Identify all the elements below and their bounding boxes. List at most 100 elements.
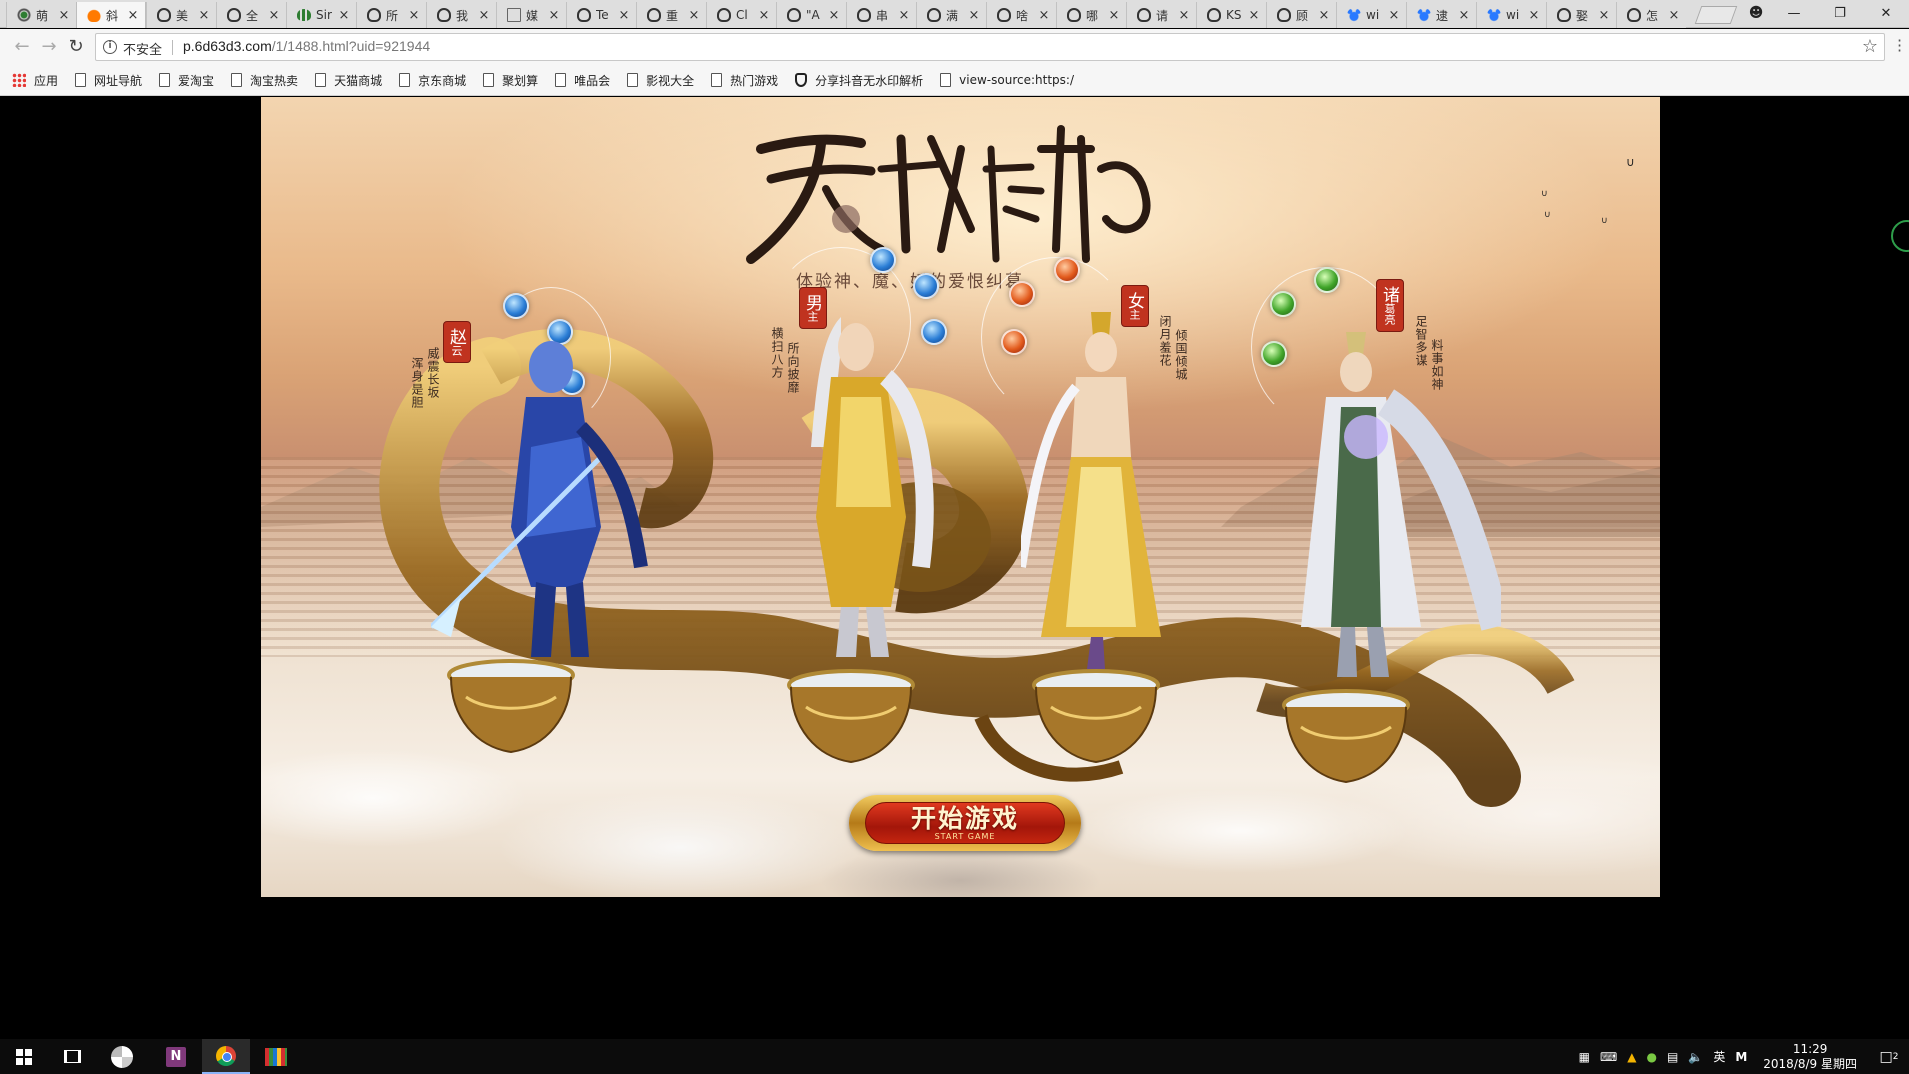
browser-tab[interactable]: 重 × xyxy=(636,2,706,28)
close-tab-icon[interactable]: × xyxy=(686,8,702,23)
bookmark-item[interactable]: 热门游戏 xyxy=(711,72,778,89)
character-zhaoyun[interactable]: 赵云 浑身是胆 威震长坂 xyxy=(391,287,651,754)
security-label[interactable]: 不安全 xyxy=(123,39,162,58)
browser-tab[interactable]: 顾 × xyxy=(1266,2,1336,28)
close-tab-icon[interactable]: × xyxy=(56,8,72,23)
browser-tab[interactable]: wi × xyxy=(1336,2,1406,28)
skill-orb-icon[interactable] xyxy=(1314,267,1340,293)
info-icon[interactable]: i xyxy=(103,40,117,54)
close-tab-icon[interactable]: × xyxy=(1596,8,1612,23)
bookmark-item[interactable]: 爱淘宝 xyxy=(159,72,214,89)
browser-tab[interactable]: 萌 × xyxy=(6,2,76,28)
bookmark-item[interactable]: 网址导航 xyxy=(75,72,142,89)
bookmark-item[interactable]: 京东商城 xyxy=(399,72,466,89)
close-tab-icon[interactable]: × xyxy=(266,8,282,23)
minimize-button[interactable]: — xyxy=(1771,6,1817,21)
close-tab-icon[interactable]: × xyxy=(1036,8,1052,23)
close-tab-icon[interactable]: × xyxy=(1176,8,1192,23)
bookmark-item[interactable]: view-source:https:/ xyxy=(940,73,1074,87)
character-female-lead[interactable]: 女主 闭月羞花 倾国倾城 xyxy=(961,257,1231,764)
browser-tab[interactable]: 斜 × xyxy=(76,2,146,28)
skill-orb-icon[interactable] xyxy=(913,273,939,299)
character-zhugeliang[interactable]: 诸葛亮 足智多谋 料事如神 xyxy=(1211,267,1511,787)
address-bar[interactable]: i 不安全 p.6d63d3.com/1/1488.html?uid=92194… xyxy=(95,33,1885,61)
browser-tab[interactable]: 所 × xyxy=(356,2,426,28)
bookmark-item[interactable]: 影视大全 xyxy=(627,72,694,89)
browser-tab[interactable]: 串 × xyxy=(846,2,916,28)
browser-tab[interactable]: 我 × xyxy=(426,2,496,28)
skill-orb-icon[interactable] xyxy=(1054,257,1080,283)
start-game-button[interactable]: 开始游戏 START GAME xyxy=(849,795,1081,851)
skill-orb-icon[interactable] xyxy=(503,293,529,319)
close-tab-icon[interactable]: × xyxy=(336,8,352,23)
close-tab-icon[interactable]: × xyxy=(826,8,842,23)
profile-icon[interactable]: ☻ xyxy=(1741,5,1771,21)
browser-tab[interactable]: Te × xyxy=(566,2,636,28)
browser-tab[interactable]: 美 × xyxy=(146,2,216,28)
side-float-icon[interactable] xyxy=(1891,220,1909,252)
close-tab-icon[interactable]: × xyxy=(546,8,562,23)
browser-tab[interactable]: 娶 × xyxy=(1546,2,1616,28)
browser-tab[interactable]: Cl × xyxy=(706,2,776,28)
task-view-button[interactable] xyxy=(48,1039,96,1074)
close-window-button[interactable]: ✕ xyxy=(1863,6,1909,21)
browser-tab[interactable]: 逮 × xyxy=(1406,2,1476,28)
back-button[interactable]: ← xyxy=(10,35,34,59)
clock[interactable]: 11:29 2018/8/9 星期四 xyxy=(1763,1042,1857,1072)
close-tab-icon[interactable]: × xyxy=(476,8,492,23)
close-tab-icon[interactable]: × xyxy=(196,8,212,23)
people-icon[interactable]: ▦ xyxy=(1579,1050,1590,1064)
network-icon[interactable]: ▤ xyxy=(1667,1050,1678,1064)
close-tab-icon[interactable]: × xyxy=(616,8,632,23)
close-tab-icon[interactable]: × xyxy=(406,8,422,23)
close-tab-icon[interactable]: × xyxy=(1456,8,1472,23)
browser-tab[interactable]: 怎 × xyxy=(1616,2,1686,28)
close-tab-icon[interactable]: × xyxy=(896,8,912,23)
close-tab-icon[interactable]: × xyxy=(756,8,772,23)
character-male-lead[interactable]: 男主 横扫八方 所向披靡 xyxy=(651,247,947,767)
skill-orb-icon[interactable] xyxy=(870,247,896,273)
bookmark-item[interactable]: 淘宝热卖 xyxy=(231,72,298,89)
taskbar-app-button[interactable] xyxy=(98,1039,146,1074)
close-tab-icon[interactable]: × xyxy=(1666,8,1682,23)
volume-icon[interactable]: 🔈 xyxy=(1688,1050,1703,1064)
browser-tab[interactable]: 请 × xyxy=(1126,2,1196,28)
close-tab-icon[interactable]: × xyxy=(125,8,141,23)
browser-tab[interactable]: "A × xyxy=(776,2,846,28)
browser-tab[interactable]: 哪 × xyxy=(1056,2,1126,28)
keyboard-icon[interactable]: ⌨ xyxy=(1600,1050,1617,1064)
close-tab-icon[interactable]: × xyxy=(1246,8,1262,23)
close-tab-icon[interactable]: × xyxy=(1386,8,1402,23)
skill-orb-icon[interactable] xyxy=(1270,291,1296,317)
bookmark-item[interactable]: 分享抖音无水印解析 xyxy=(795,72,923,89)
close-tab-icon[interactable]: × xyxy=(1526,8,1542,23)
browser-tab[interactable]: 全 × xyxy=(216,2,286,28)
restore-button[interactable]: ❐ xyxy=(1817,6,1863,21)
start-menu-button[interactable] xyxy=(0,1039,48,1074)
bookmark-item[interactable]: 应用 xyxy=(12,72,58,89)
browser-tab[interactable]: 媒 × xyxy=(496,2,566,28)
browser-menu-icon[interactable]: · · · xyxy=(1897,33,1902,59)
taskbar-winrar-button[interactable] xyxy=(252,1039,300,1074)
forward-button[interactable]: → xyxy=(37,35,61,59)
close-tab-icon[interactable]: × xyxy=(1316,8,1332,23)
wechat-tray-icon[interactable]: ● xyxy=(1647,1050,1657,1064)
close-tab-icon[interactable]: × xyxy=(966,8,982,23)
taskbar-onenote-button[interactable]: N xyxy=(152,1039,200,1074)
bookmark-item[interactable]: 聚划算 xyxy=(483,72,538,89)
browser-tab[interactable]: wi × xyxy=(1476,2,1546,28)
security-tray-icon[interactable]: ▲ xyxy=(1627,1050,1636,1064)
close-tab-icon[interactable]: × xyxy=(1106,8,1122,23)
bookmark-item[interactable]: 天猫商城 xyxy=(315,72,382,89)
url-text[interactable]: p.6d63d3.com/1/1488.html?uid=921944 xyxy=(183,38,430,54)
bookmark-star-icon[interactable]: ☆ xyxy=(1862,36,1878,57)
action-center-button[interactable]: □ 2 xyxy=(1869,1039,1909,1074)
bookmark-item[interactable]: 唯品会 xyxy=(555,72,610,89)
ime-mode-icon[interactable]: M xyxy=(1735,1050,1747,1064)
browser-tab[interactable]: Sir × xyxy=(286,2,356,28)
browser-tab[interactable]: KS × xyxy=(1196,2,1266,28)
skill-orb-icon[interactable] xyxy=(1009,281,1035,307)
browser-tab[interactable]: 满 × xyxy=(916,2,986,28)
ime-indicator[interactable]: 英 xyxy=(1713,1048,1725,1065)
browser-tab[interactable]: 啥 × xyxy=(986,2,1056,28)
